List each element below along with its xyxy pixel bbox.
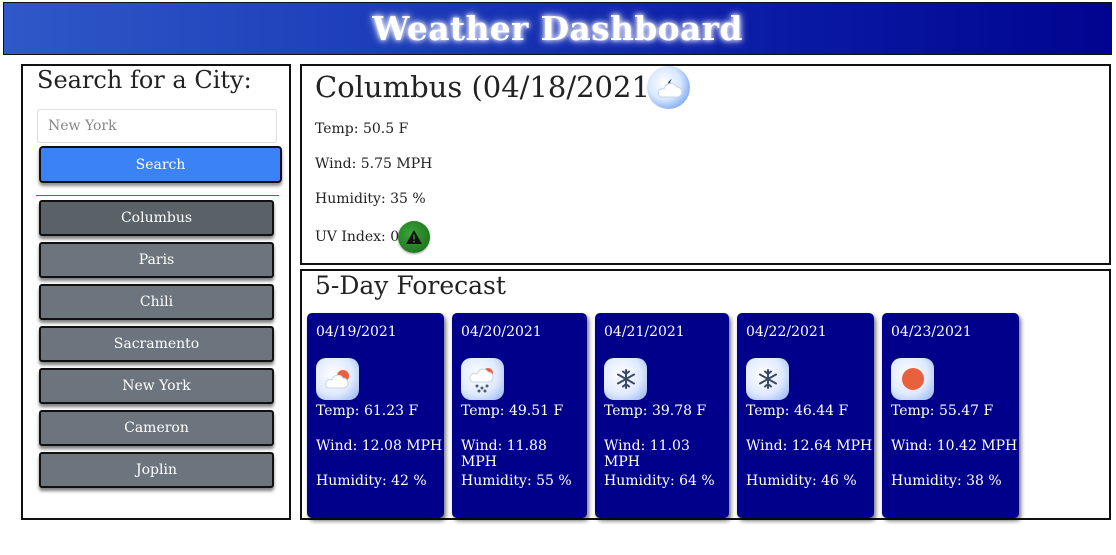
divider [36, 195, 279, 196]
current-city-title: Columbus (04/18/2021) [315, 70, 662, 104]
history-button-cameron[interactable]: Cameron [39, 410, 274, 446]
forecast-temp: Temp: 61.23 F [316, 403, 419, 419]
forecast-humidity: Humidity: 38 % [891, 473, 1002, 489]
forecast-title: 5-Day Forecast [315, 271, 506, 300]
history-button-new-york[interactable]: New York [39, 368, 274, 404]
forecast-card: 04/20/2021 Temp: 49.51 F Wind: 11.88 MPH… [452, 313, 587, 518]
forecast-temp: Temp: 39.78 F [604, 403, 707, 419]
forecast-panel: 5-Day Forecast 04/19/2021 Temp: 61.23 F … [300, 269, 1111, 520]
history-button-sacramento[interactable]: Sacramento [39, 326, 274, 362]
current-humidity: Humidity: 35 % [315, 191, 426, 207]
cloudy-night-icon [647, 66, 690, 109]
forecast-wind: Wind: 12.64 MPH [746, 438, 873, 454]
forecast-humidity: Humidity: 64 % [604, 473, 715, 489]
forecast-card: 04/21/2021 Temp: 39.78 F Wind: 11.03 MPH… [595, 313, 729, 518]
forecast-temp: Temp: 55.47 F [891, 403, 994, 419]
search-history-list: Columbus Paris Chili Sacramento New York… [39, 200, 274, 494]
forecast-temp: Temp: 46.44 F [746, 403, 849, 419]
forecast-date: 04/20/2021 [461, 324, 542, 340]
forecast-date: 04/23/2021 [891, 324, 972, 340]
forecast-wind: Wind: 12.08 MPH [316, 438, 443, 454]
forecast-card: 04/19/2021 Temp: 61.23 F Wind: 12.08 MPH… [307, 313, 444, 518]
current-wind: Wind: 5.75 MPH [315, 156, 433, 172]
search-button[interactable]: Search [39, 146, 282, 183]
history-button-columbus[interactable]: Columbus [39, 200, 274, 236]
app-title: Weather Dashboard [372, 9, 743, 48]
forecast-date: 04/19/2021 [316, 324, 397, 340]
snowflake-icon [746, 358, 789, 400]
cloudy-sun-icon [316, 358, 359, 400]
history-button-chili[interactable]: Chili [39, 284, 274, 320]
history-button-joplin[interactable]: Joplin [39, 452, 274, 488]
header-banner: Weather Dashboard [3, 2, 1112, 55]
forecast-wind: Wind: 11.03 MPH [604, 438, 690, 470]
forecast-card: 04/22/2021 Temp: 46.44 F Wind: 12.64 MPH… [737, 313, 874, 518]
search-title: Search for a City: [37, 66, 252, 94]
forecast-card: 04/23/2021 Temp: 55.47 F Wind: 10.42 MPH… [882, 313, 1019, 518]
history-button-paris[interactable]: Paris [39, 242, 274, 278]
forecast-humidity: Humidity: 46 % [746, 473, 857, 489]
search-sidebar: Search for a City: Search Columbus Paris… [21, 64, 291, 520]
forecast-wind: Wind: 11.88 MPH [461, 438, 547, 470]
current-uv-index: UV Index: 0 [315, 229, 400, 245]
snow-cloud-icon [461, 358, 504, 400]
forecast-wind: Wind: 10.42 MPH [891, 438, 1018, 454]
uv-badge [398, 221, 430, 253]
current-temp: Temp: 50.5 F [315, 121, 409, 137]
forecast-date: 04/22/2021 [746, 324, 827, 340]
warning-icon [406, 230, 422, 244]
city-search-input[interactable] [37, 109, 277, 143]
sun-icon [891, 358, 934, 400]
forecast-humidity: Humidity: 55 % [461, 473, 572, 489]
forecast-temp: Temp: 49.51 F [461, 403, 564, 419]
snowflake-icon [604, 358, 647, 400]
forecast-date: 04/21/2021 [604, 324, 685, 340]
current-weather-panel: Columbus (04/18/2021) Temp: 50.5 F Wind:… [300, 64, 1111, 265]
forecast-humidity: Humidity: 42 % [316, 473, 427, 489]
